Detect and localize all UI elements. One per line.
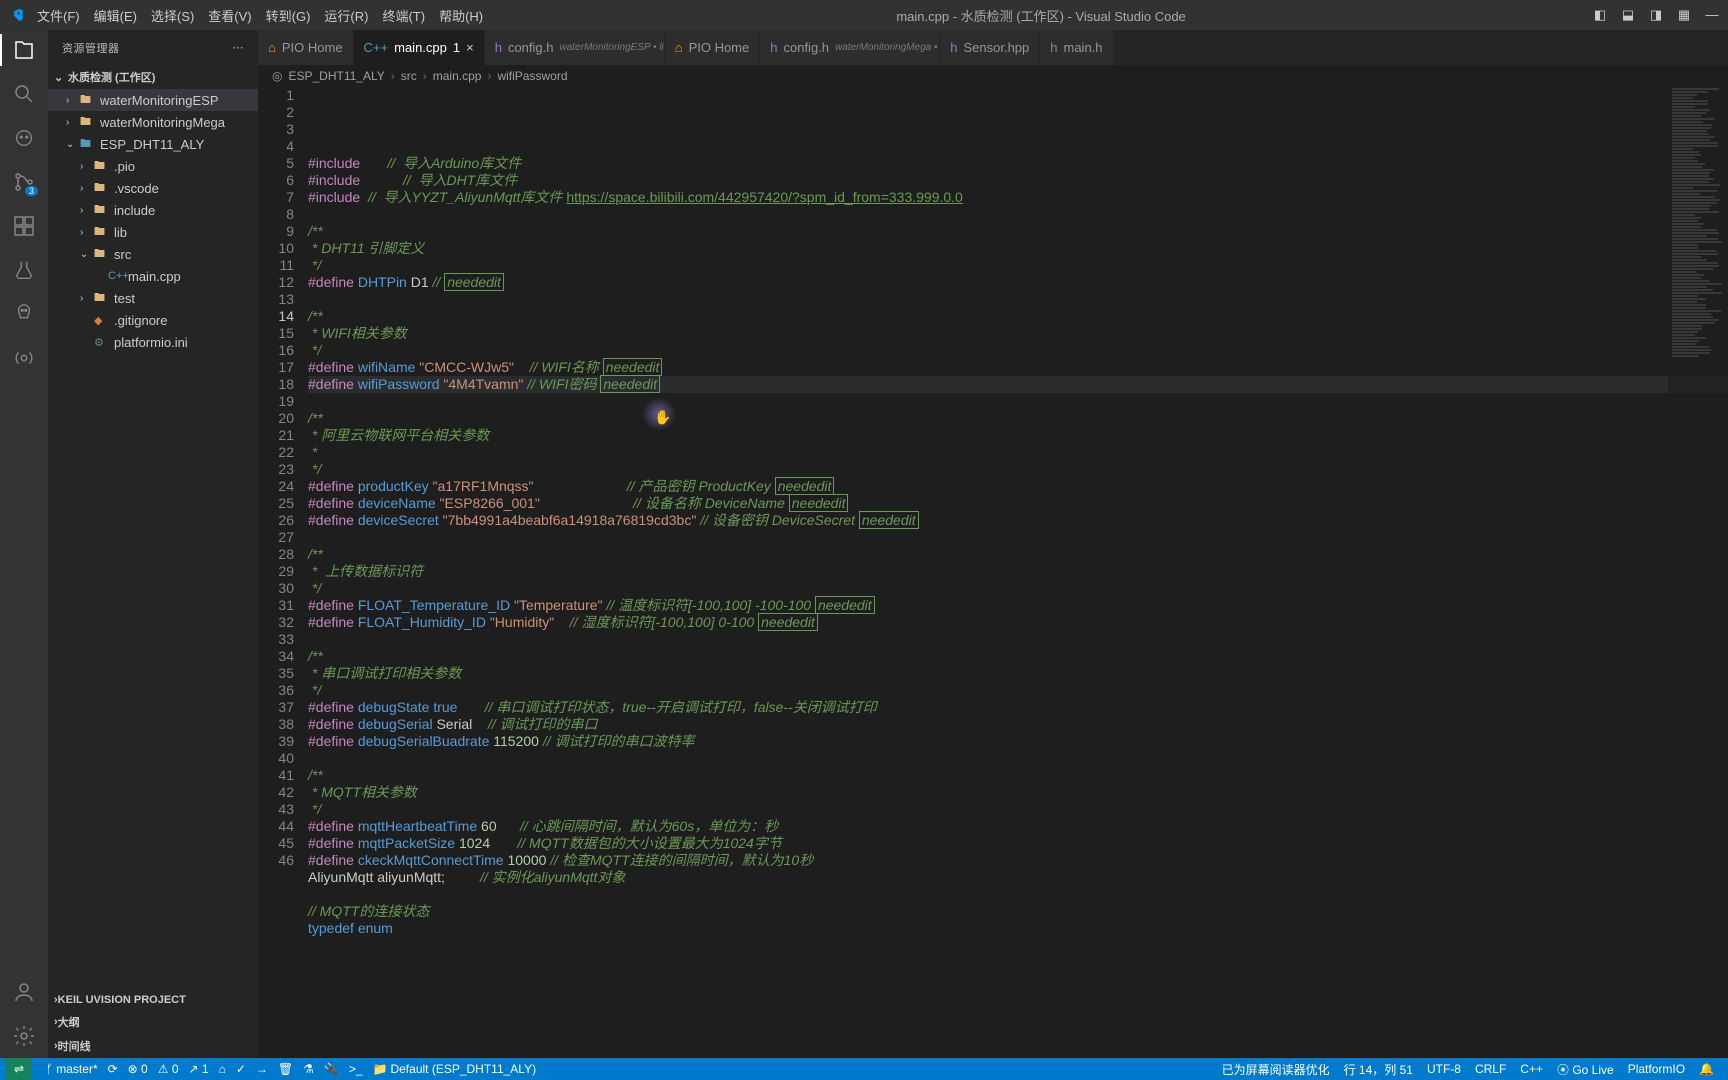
errors-button[interactable]: ⊗ 0 (128, 1062, 148, 1076)
sidebar-bottom: ›KEIL UVISION PROJECT›大纲›时间线 (48, 990, 258, 1058)
tree-item[interactable]: ◆.gitignore (48, 309, 258, 331)
encoding-button[interactable]: UTF-8 (1427, 1062, 1461, 1076)
editor-tab[interactable]: hSensor.hpp (940, 30, 1040, 65)
pio-icon[interactable] (12, 302, 36, 326)
account-icon[interactable] (12, 980, 36, 1004)
menu-item[interactable]: 转到(G) (259, 6, 318, 25)
activity-bar: 3 (0, 30, 48, 1058)
menu-item[interactable]: 文件(F) (30, 6, 87, 25)
screen-reader-status[interactable]: 已为屏幕阅读器优化 (1222, 1061, 1330, 1078)
sidebar: 资源管理器 ⋯ ⌄水质检测 (工作区) ›🖿waterMonitoringESP… (48, 30, 258, 1058)
live-icon[interactable] (12, 346, 36, 370)
close-icon[interactable]: × (466, 40, 474, 55)
ports-button[interactable]: ↗ 1 (189, 1062, 209, 1076)
scm-badge: 3 (25, 186, 38, 196)
tree-item[interactable]: ⌄🖿ESP_DHT11_ALY (48, 133, 258, 155)
layout-right-icon[interactable]: ◨ (1648, 7, 1664, 23)
editor-tab[interactable]: ⌂PIO Home (258, 30, 354, 65)
menu-item[interactable]: 终端(T) (375, 6, 432, 25)
editor-tab[interactable]: hconfig.hwaterMonitoringESP • lib\... (485, 30, 665, 65)
code-editor[interactable]: 1234567891011121314151617181920212223242… (258, 87, 1728, 1058)
editor-tab[interactable]: hmain.h (1040, 30, 1113, 65)
workspace-header[interactable]: ⌄水质检测 (工作区) (48, 65, 258, 89)
menu-item[interactable]: 编辑(E) (87, 6, 144, 25)
test-button[interactable]: ⚗ (303, 1062, 314, 1076)
status-bar: ⇌ ᚶ master* ⟳ ⊗ 0 ⚠ 0 ↗ 1 ⌂ ✓ → 🗑 ⚗ 🔌 >_… (0, 1058, 1728, 1080)
tree-item[interactable]: ›🖿waterMonitoringESP (48, 89, 258, 111)
line-gutter: 1234567891011121314151617181920212223242… (258, 87, 308, 1058)
copilot-icon[interactable] (12, 126, 36, 150)
code-lines[interactable]: #include // 导入Arduino库文件#include // 导入DH… (308, 87, 1728, 1058)
tree-item[interactable]: ›🖿.pio (48, 155, 258, 177)
sidebar-section[interactable]: ›时间线 (48, 1034, 258, 1058)
cursor-position[interactable]: 行 14，列 51 (1344, 1061, 1413, 1078)
layout-left-icon[interactable]: ◧ (1592, 7, 1608, 23)
pio-status[interactable]: PlatformIO (1628, 1062, 1685, 1076)
minimap[interactable] (1668, 87, 1728, 1058)
layout-grid-icon[interactable]: ▦ (1676, 7, 1692, 23)
sync-button[interactable]: ⟳ (108, 1062, 118, 1076)
workspace-label: 水质检测 (工作区) (68, 69, 155, 85)
scm-icon[interactable]: 3 (12, 170, 36, 194)
tree-item[interactable]: ⌄🖿src (48, 243, 258, 265)
vscode-logo-icon (8, 7, 24, 23)
pio-home-button[interactable]: ⌂ (219, 1062, 226, 1076)
tree-item[interactable]: ⚙platformio.ini (48, 331, 258, 353)
language-button[interactable]: C++ (1520, 1062, 1543, 1076)
tree-item[interactable]: ›🖿include (48, 199, 258, 221)
tab-icon: ⌂ (675, 40, 683, 55)
title-bar: 文件(F)编辑(E)选择(S)查看(V)转到(G)运行(R)终端(T)帮助(H)… (0, 0, 1728, 30)
breadcrumb[interactable]: ◎ESP_DHT11_ALY›src›main.cpp›wifiPassword (258, 65, 1728, 87)
menu-item[interactable]: 运行(R) (317, 6, 375, 25)
menu-bar: 文件(F)编辑(E)选择(S)查看(V)转到(G)运行(R)终端(T)帮助(H) (30, 6, 490, 25)
tree-item[interactable]: ›🖿lib (48, 221, 258, 243)
search-icon[interactable] (12, 82, 36, 106)
settings-icon[interactable] (12, 1024, 36, 1048)
sidebar-title-label: 资源管理器 (62, 40, 120, 56)
serial-button[interactable]: 🔌 (324, 1062, 339, 1076)
editor-area: ⌂PIO HomeC++main.cpp1×hconfig.hwaterMoni… (258, 30, 1728, 1058)
extensions-icon[interactable] (12, 214, 36, 238)
layout-bottom-icon[interactable]: ⬓ (1620, 7, 1636, 23)
window-title: main.cpp - 水质检测 (工作区) - Visual Studio Co… (490, 6, 1592, 25)
tab-icon: h (495, 40, 502, 55)
menu-item[interactable]: 查看(V) (201, 6, 258, 25)
tab-icon: h (1050, 40, 1057, 55)
tree-item[interactable]: ›🖿test (48, 287, 258, 309)
tab-icon: ⌂ (268, 40, 276, 55)
tree-item[interactable]: C++main.cpp (48, 265, 258, 287)
editor-tab[interactable]: C++main.cpp1× (354, 30, 485, 65)
upload-button[interactable]: → (256, 1062, 268, 1076)
sidebar-title: 资源管理器 ⋯ (48, 30, 258, 65)
menu-item[interactable]: 帮助(H) (432, 6, 490, 25)
tab-icon: h (950, 40, 957, 55)
tree-item[interactable]: ›🖿waterMonitoringMega (48, 111, 258, 133)
tab-icon: C++ (364, 40, 389, 55)
window-controls: ◧ ⬓ ◨ ▦ ― (1592, 7, 1720, 23)
editor-tab[interactable]: hconfig.hwaterMonitoringMega • lib\... (760, 30, 940, 65)
eol-button[interactable]: CRLF (1475, 1062, 1506, 1076)
golive-button[interactable]: ⦿ Go Live (1557, 1061, 1614, 1078)
sidebar-section[interactable]: ›大纲 (48, 1010, 258, 1034)
branch-button[interactable]: ᚶ master* (46, 1062, 98, 1076)
editor-tab[interactable]: ⌂PIO Home (665, 30, 761, 65)
file-tree: ›🖿waterMonitoringESP›🖿waterMonitoringMeg… (48, 89, 258, 353)
env-button[interactable]: 📁 Default (ESP_DHT11_ALY) (373, 1062, 537, 1076)
remote-icon[interactable]: ⇌ (6, 1058, 32, 1080)
clean-button[interactable]: 🗑 (278, 1062, 293, 1076)
sidebar-section[interactable]: ›KEIL UVISION PROJECT (48, 990, 258, 1010)
testing-icon[interactable] (12, 258, 36, 282)
tree-item[interactable]: ›🖿.vscode (48, 177, 258, 199)
build-button[interactable]: ✓ (236, 1062, 246, 1076)
tab-icon: h (770, 40, 777, 55)
menu-item[interactable]: 选择(S) (144, 6, 201, 25)
terminal-button[interactable]: >_ (349, 1062, 363, 1076)
explorer-icon[interactable] (12, 38, 36, 62)
minimize-icon[interactable]: ― (1704, 7, 1720, 23)
notifications-icon[interactable]: 🔔 (1699, 1062, 1714, 1076)
more-icon[interactable]: ⋯ (233, 41, 245, 54)
editor-tabs: ⌂PIO HomeC++main.cpp1×hconfig.hwaterMoni… (258, 30, 1728, 65)
warnings-button[interactable]: ⚠ 0 (158, 1062, 179, 1076)
